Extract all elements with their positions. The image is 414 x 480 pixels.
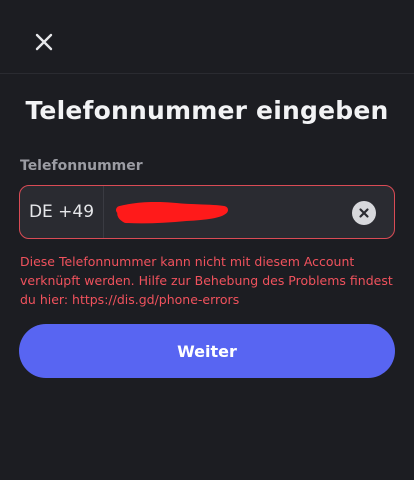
close-icon bbox=[34, 32, 54, 52]
top-bar bbox=[0, 0, 414, 74]
close-button[interactable] bbox=[28, 26, 60, 58]
clear-circle-x-icon bbox=[358, 204, 370, 223]
phone-entry-screen: Telefonnummer eingeben Telefonnummer DE … bbox=[0, 0, 414, 480]
error-message: Diese Telefonnummer kann nicht mit diese… bbox=[20, 254, 393, 307]
clear-input-button[interactable] bbox=[352, 201, 376, 225]
phone-input-wrapper bbox=[104, 186, 394, 238]
phone-number-field: DE +49 bbox=[19, 185, 395, 239]
continue-button[interactable]: Weiter bbox=[19, 324, 395, 378]
country-code-selector[interactable]: DE +49 bbox=[20, 186, 104, 238]
page-title: Telefonnummer eingeben bbox=[25, 96, 389, 125]
phone-number-input[interactable] bbox=[104, 186, 394, 238]
phone-field-label: Telefonnummer bbox=[20, 158, 143, 174]
